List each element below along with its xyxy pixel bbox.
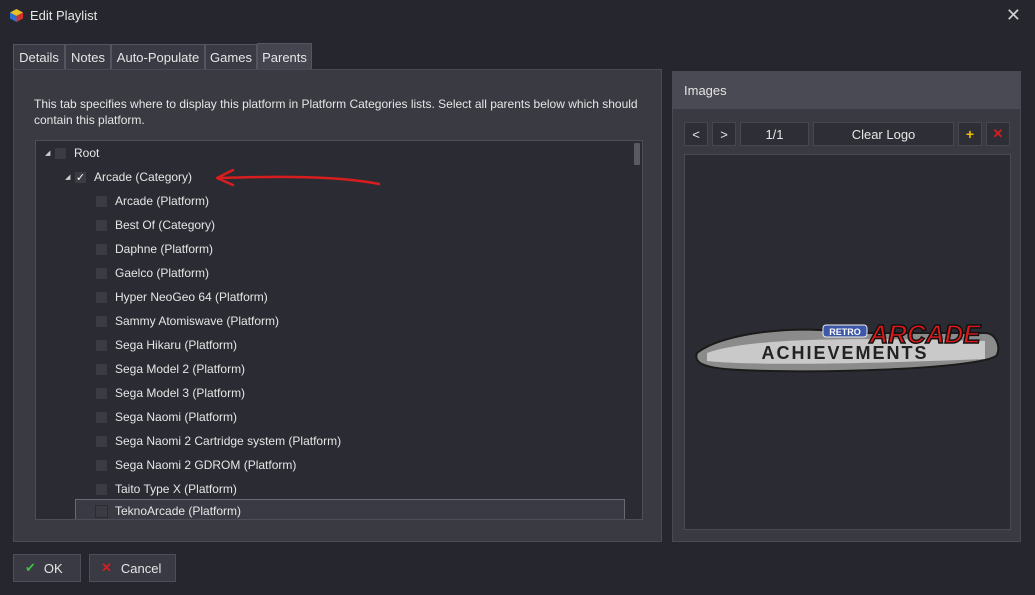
parents-description: This tab specifies where to display this…	[34, 97, 638, 127]
window-title: Edit Playlist	[30, 8, 98, 23]
page-counter: 1/1	[740, 122, 809, 146]
expand-triangle-icon[interactable]: ◢	[45, 149, 53, 157]
checkbox[interactable]	[95, 218, 108, 232]
ok-label: OK	[43, 560, 63, 576]
tab-auto-populate[interactable]: Auto-Populate	[111, 44, 205, 69]
tree-item-sega-naomi[interactable]: Sega Naomi (Platform)	[95, 405, 237, 429]
checkbox[interactable]	[95, 504, 108, 518]
logo-small-text: RETRO	[829, 327, 861, 337]
checkbox[interactable]	[95, 266, 108, 280]
scroll-thumb[interactable]	[634, 143, 640, 165]
tree-item-sega-hikaru[interactable]: Sega Hikaru (Platform)	[95, 333, 237, 357]
cancel-label: Cancel	[120, 560, 162, 576]
checkbox[interactable]	[95, 314, 108, 328]
checkmark-icon: ✔	[25, 560, 36, 575]
tree-item-label: Sega Naomi 2 GDROM (Platform)	[115, 458, 297, 472]
tree-item-sega-model-3[interactable]: Sega Model 3 (Platform)	[95, 381, 245, 405]
logo-preview: ACHIEVEMENTS RETRO ARCADE	[684, 154, 1011, 530]
tree-item-arcade-platform[interactable]: Arcade (Platform)	[95, 189, 209, 213]
page-counter-label: 1/1	[765, 126, 784, 142]
checkbox-checked[interactable]: ✓	[74, 170, 87, 184]
checkbox[interactable]	[95, 194, 108, 208]
clear-logo-button[interactable]: Clear Logo	[813, 122, 954, 146]
images-panel: Images < > 1/1 Clear Logo + ✕ ACHIEVEMEN…	[672, 71, 1021, 542]
tree-item-teknoarcade[interactable]: TeknoArcade (Platform)	[75, 499, 625, 519]
tree-item-best-of[interactable]: Best Of (Category)	[95, 213, 215, 237]
tree-item-arcade-category[interactable]: ◢ ✓ Arcade (Category)	[65, 165, 193, 189]
checkbox[interactable]	[95, 458, 108, 472]
images-header-label: Images	[684, 83, 727, 98]
checkbox[interactable]	[95, 242, 108, 256]
title-bar: Edit Playlist ✕	[0, 0, 1035, 32]
tree-scrollbar[interactable]	[634, 143, 640, 519]
checkbox[interactable]	[95, 482, 108, 496]
logo-main-text: ARCADE	[868, 319, 981, 349]
next-label: >	[720, 126, 728, 142]
tree-item-label: Gaelco (Platform)	[115, 266, 210, 280]
remove-image-button[interactable]: ✕	[986, 122, 1010, 146]
launchbox-app-icon	[10, 9, 23, 22]
tab-label: Notes	[71, 49, 105, 65]
plus-icon: +	[965, 126, 975, 142]
cancel-x-icon: ✕	[101, 560, 112, 575]
tree-item-label: Sammy Atomiswave (Platform)	[115, 314, 280, 328]
tab-details[interactable]: Details	[13, 44, 65, 69]
tree-item-sammy-atomiswave[interactable]: Sammy Atomiswave (Platform)	[95, 309, 279, 333]
remove-icon: ✕	[992, 126, 1004, 141]
checkbox[interactable]	[95, 434, 108, 448]
tab-parents[interactable]: Parents	[257, 43, 312, 70]
tree-item-sega-naomi-2-gdrom[interactable]: Sega Naomi 2 GDROM (Platform)	[95, 453, 296, 477]
tree-item-sega-naomi-2-cartridge[interactable]: Sega Naomi 2 Cartridge system (Platform)	[95, 429, 341, 453]
tab-games[interactable]: Games	[205, 44, 257, 69]
checkbox[interactable]	[95, 362, 108, 376]
tree-item-label: Hyper NeoGeo 64 (Platform)	[115, 290, 268, 304]
expand-triangle-icon[interactable]: ◢	[65, 173, 73, 181]
tree-item-label: Sega Model 2 (Platform)	[115, 362, 246, 376]
tree-item-label: Daphne (Platform)	[115, 242, 214, 256]
tree-item-label: Best Of (Category)	[115, 218, 216, 232]
tree-item-root[interactable]: ◢ Root	[45, 141, 100, 165]
tree-item-label: TeknoArcade (Platform)	[115, 504, 242, 518]
checkbox[interactable]	[95, 410, 108, 424]
close-icon[interactable]: ✕	[1006, 5, 1021, 26]
tree-item-label: Arcade (Platform)	[115, 194, 210, 208]
annotation-arrow	[215, 168, 381, 187]
parents-tree[interactable]: ◢ Root ◢ ✓ Arcade (Category) Arcade (Pla…	[35, 140, 643, 520]
checkbox[interactable]	[54, 146, 67, 160]
tree-item-daphne[interactable]: Daphne (Platform)	[95, 237, 213, 261]
checkbox[interactable]	[95, 386, 108, 400]
tree-item-label: Arcade (Category)	[94, 170, 193, 184]
tab-notes[interactable]: Notes	[65, 44, 111, 69]
prev-image-button[interactable]: <	[684, 122, 708, 146]
tree-item-label: Sega Hikaru (Platform)	[115, 338, 238, 352]
tab-label: Details	[19, 49, 59, 65]
ok-button[interactable]: ✔ OK	[13, 554, 81, 582]
parents-panel: This tab specifies where to display this…	[13, 69, 662, 542]
cancel-button[interactable]: ✕ Cancel	[89, 554, 176, 582]
checkbox[interactable]	[95, 338, 108, 352]
tab-label: Auto-Populate	[116, 49, 200, 65]
add-image-button[interactable]: +	[958, 122, 982, 146]
tree-item-label: Sega Model 3 (Platform)	[115, 386, 246, 400]
tree-item-label: Taito Type X (Platform)	[115, 482, 237, 496]
tree-item-label: Sega Naomi 2 Cartridge system (Platform)	[115, 434, 342, 448]
tab-label: Parents	[262, 49, 307, 65]
next-image-button[interactable]: >	[712, 122, 736, 146]
tree-item-label: Sega Naomi (Platform)	[115, 410, 238, 424]
prev-label: <	[692, 126, 700, 142]
tree-item-hyper-neogeo-64[interactable]: Hyper NeoGeo 64 (Platform)	[95, 285, 268, 309]
tree-item-taito-type-x[interactable]: Taito Type X (Platform)	[95, 477, 237, 501]
tab-label: Games	[210, 49, 252, 65]
checkbox[interactable]	[95, 290, 108, 304]
tree-item-sega-model-2[interactable]: Sega Model 2 (Platform)	[95, 357, 245, 381]
retro-arcade-achievements-logo: ACHIEVEMENTS RETRO ARCADE	[695, 318, 1000, 373]
tree-item-gaelco[interactable]: Gaelco (Platform)	[95, 261, 209, 285]
images-header: Images	[673, 72, 1020, 109]
clear-logo-label: Clear Logo	[851, 126, 916, 142]
tree-item-label: Root	[74, 146, 100, 160]
